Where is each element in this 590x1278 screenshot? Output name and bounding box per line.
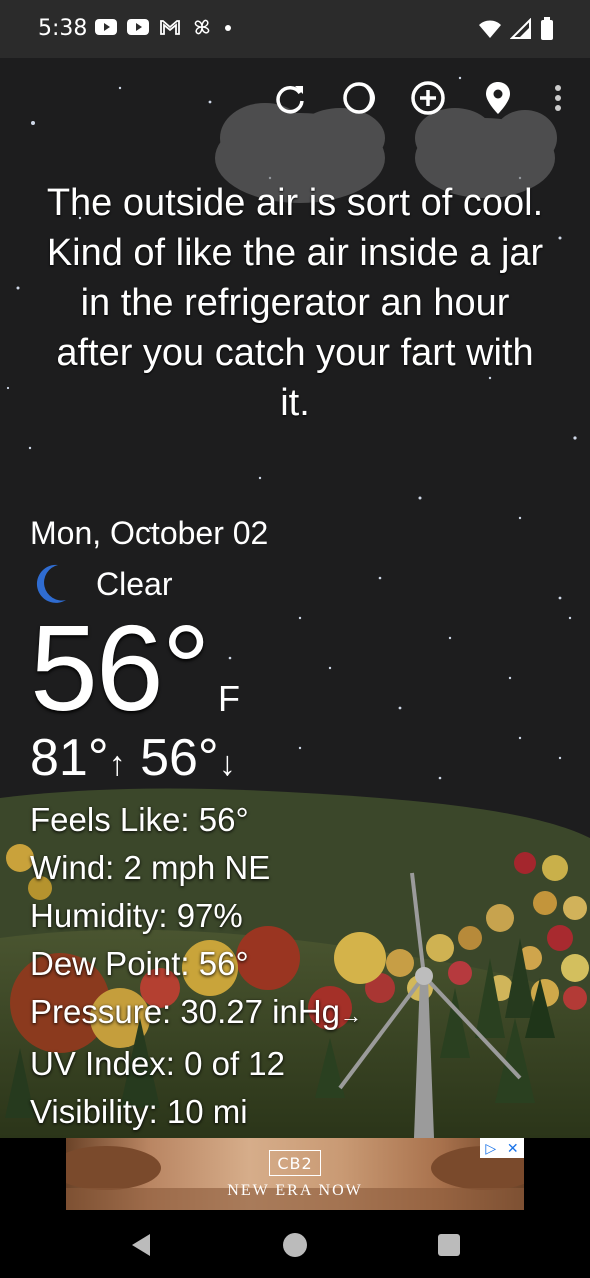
status-time: 5:38: [38, 16, 88, 41]
dot-icon: [225, 25, 231, 31]
weather-background: The outside air is sort of cool. Kind of…: [0, 58, 590, 1138]
recents-button[interactable]: [432, 1228, 466, 1262]
up-arrow-icon: ↑: [108, 745, 126, 783]
home-button[interactable]: [278, 1228, 312, 1262]
feels-like: Feels Like: 56°: [30, 801, 249, 838]
high-temp: 81°: [30, 729, 109, 787]
ad-choices-icon[interactable]: ▷: [485, 1140, 496, 1157]
wind: Wind: 2 mph NE: [30, 849, 271, 886]
weather-details: Feels Like: 56° Wind: 2 mph NE Humidity:…: [30, 796, 362, 1136]
high-low-temps: 81°↑ 56°↓: [30, 728, 236, 794]
home-icon: [283, 1233, 307, 1257]
location-pin-icon: [486, 82, 510, 114]
ad-choices[interactable]: ▷ ✕: [480, 1138, 524, 1158]
low-temp: 56°: [140, 729, 219, 787]
pressure: Pressure: 30.27 inHg: [30, 993, 341, 1030]
add-location-icon: [411, 81, 445, 115]
add-location-button[interactable]: [408, 78, 448, 118]
ad-image[interactable]: CB2 NEW ERA NOW ▷ ✕: [66, 1138, 524, 1210]
cell-signal-icon: [510, 18, 531, 39]
gmail-icon: [160, 20, 180, 35]
dew-point: Dew Point: 56°: [30, 945, 249, 982]
current-temperature: 56°: [30, 600, 210, 736]
temperature-unit: F: [218, 678, 240, 719]
battery-icon: [541, 17, 553, 40]
date-label: Mon, October 02: [30, 515, 269, 551]
weather-quote: The outside air is sort of cool. Kind of…: [46, 182, 544, 424]
uv-index: UV Index: 0 of 12: [30, 1045, 285, 1082]
back-icon: [132, 1234, 150, 1256]
youtube-icon: [127, 19, 149, 35]
pressure-trend-icon: →: [340, 1003, 363, 1028]
youtube-icon: [95, 19, 117, 35]
overflow-menu-icon: [555, 85, 561, 111]
overflow-menu-button[interactable]: [540, 78, 576, 118]
top-toolbar: [0, 78, 590, 118]
notification-icons: [95, 18, 233, 36]
back-button[interactable]: [124, 1228, 158, 1262]
ad-banner[interactable]: CB2 NEW ERA NOW ▷ ✕: [0, 1138, 590, 1210]
visibility: Visibility: 10 mi: [30, 1093, 248, 1130]
humidity: Humidity: 97%: [30, 897, 243, 934]
ad-close-icon[interactable]: ✕: [507, 1140, 519, 1157]
condition-label: Clear: [96, 565, 173, 602]
location-button[interactable]: [478, 78, 518, 118]
pinwheel-icon: [194, 19, 210, 35]
pressure-row: Pressure: 30.27 inHg→: [30, 988, 362, 1040]
wifi-icon: [479, 20, 501, 38]
status-bar: 5:38: [0, 0, 590, 58]
navigation-bar: [0, 1210, 590, 1278]
recents-icon: [438, 1234, 460, 1256]
ad-logo: CB2: [269, 1150, 321, 1176]
theme-icon: [343, 82, 375, 114]
down-arrow-icon: ↓: [218, 745, 236, 783]
refresh-icon: [276, 85, 304, 114]
system-icons: [478, 17, 554, 41]
refresh-button[interactable]: [270, 78, 310, 118]
ad-tagline: NEW ERA NOW: [227, 1182, 363, 1199]
theme-button[interactable]: [339, 78, 379, 118]
